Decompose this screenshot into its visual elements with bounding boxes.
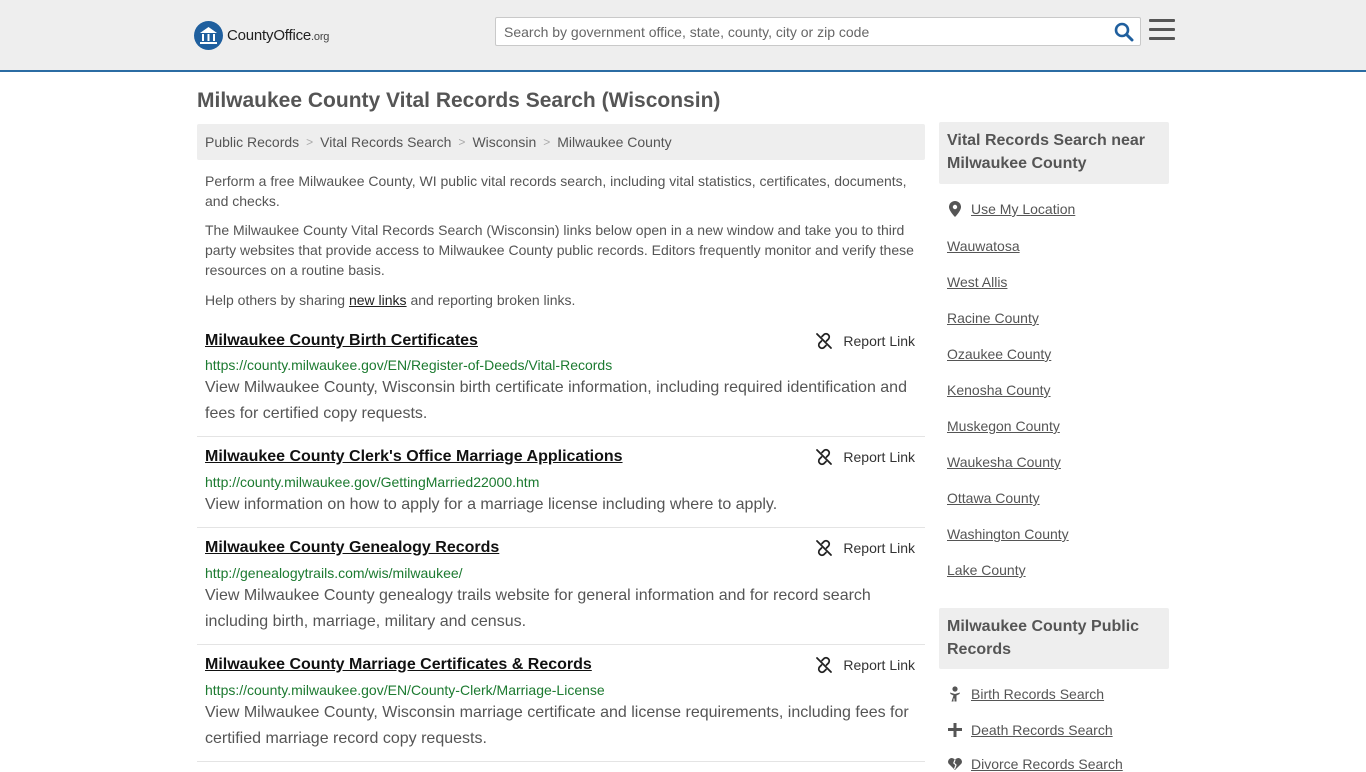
result-title-link[interactable]: Milwaukee County Clerk's Office Marriage… bbox=[205, 448, 623, 466]
map-pin-icon bbox=[947, 201, 963, 217]
nearby-heading: Vital Records Search near Milwaukee Coun… bbox=[939, 122, 1169, 184]
result-title-link[interactable]: Milwaukee County Marriage Certificates &… bbox=[205, 656, 592, 674]
breadcrumb-separator-icon: > bbox=[543, 135, 551, 149]
site-logo[interactable]: CountyOffice.org bbox=[194, 20, 329, 50]
divorce-records-search-link[interactable]: Divorce Records Search bbox=[947, 756, 1123, 772]
result-url: http://genealogytrails.com/wis/milwaukee… bbox=[205, 565, 463, 581]
result-item: Milwaukee County Clerk's Office Marriage… bbox=[197, 437, 925, 528]
logo-emblem-icon bbox=[194, 20, 223, 50]
broken-link-icon bbox=[816, 332, 833, 350]
breadcrumb: Public Records > Vital Records Search > … bbox=[197, 124, 925, 160]
result-item: Milwaukee County Birth Certificates Repo… bbox=[197, 322, 925, 437]
breadcrumb-milwaukee-county[interactable]: Milwaukee County bbox=[557, 134, 671, 150]
result-title-link[interactable]: Milwaukee County Genealogy Records bbox=[205, 539, 499, 557]
breadcrumb-separator-icon: > bbox=[458, 135, 466, 149]
nearby-link-ozaukee-county[interactable]: Ozaukee County bbox=[947, 346, 1051, 362]
baby-icon bbox=[947, 686, 963, 702]
result-description: View Milwaukee County, Wisconsin marriag… bbox=[205, 704, 909, 747]
result-description: View information on how to apply for a m… bbox=[205, 496, 778, 513]
report-link-button[interactable]: Report Link bbox=[815, 332, 915, 350]
nearby-link-lake-county[interactable]: Lake County bbox=[947, 562, 1026, 578]
report-link-button[interactable]: Report Link bbox=[815, 448, 915, 466]
breadcrumb-wisconsin[interactable]: Wisconsin bbox=[472, 134, 536, 150]
breadcrumb-public-records[interactable]: Public Records bbox=[205, 134, 299, 150]
death-records-search-link[interactable]: Death Records Search bbox=[947, 722, 1113, 738]
nearby-link-west-allis[interactable]: West Allis bbox=[947, 274, 1007, 290]
broken-link-icon bbox=[816, 656, 833, 674]
page-title: Milwaukee County Vital Records Search (W… bbox=[197, 89, 721, 112]
nearby-link-wauwatosa[interactable]: Wauwatosa bbox=[947, 238, 1020, 254]
result-url: https://county.milwaukee.gov/EN/Register… bbox=[205, 357, 613, 373]
search-box bbox=[495, 17, 1141, 46]
share-paragraph: Help others by sharing new links and rep… bbox=[205, 292, 576, 308]
broken-link-icon bbox=[816, 539, 833, 557]
use-my-location-link[interactable]: Use My Location bbox=[947, 201, 1075, 217]
nearby-link-kenosha-county[interactable]: Kenosha County bbox=[947, 382, 1051, 398]
breadcrumb-vital-records-search[interactable]: Vital Records Search bbox=[320, 134, 451, 150]
public-records-heading: Milwaukee County Public Records bbox=[939, 608, 1169, 669]
broken-heart-icon bbox=[947, 756, 963, 772]
result-url: http://county.milwaukee.gov/GettingMarri… bbox=[205, 474, 540, 490]
birth-records-search-link[interactable]: Birth Records Search bbox=[947, 686, 1104, 702]
nearby-link-muskegon-county[interactable]: Muskegon County bbox=[947, 418, 1060, 434]
intro-paragraph: Perform a free Milwaukee County, WI publ… bbox=[205, 173, 907, 209]
nearby-link-racine-county[interactable]: Racine County bbox=[947, 310, 1039, 326]
hamburger-menu-icon[interactable] bbox=[1149, 19, 1175, 43]
breadcrumb-separator-icon: > bbox=[306, 135, 314, 149]
disclaimer-paragraph: The Milwaukee County Vital Records Searc… bbox=[205, 222, 914, 278]
nearby-link-washington-county[interactable]: Washington County bbox=[947, 526, 1069, 542]
nearby-link-waukesha-county[interactable]: Waukesha County bbox=[947, 454, 1061, 470]
search-input[interactable] bbox=[496, 18, 1106, 45]
broken-link-icon bbox=[816, 448, 833, 466]
result-description: View Milwaukee County genealogy trails w… bbox=[205, 587, 871, 630]
search-icon[interactable] bbox=[1114, 22, 1134, 42]
result-item: Milwaukee County Marriage Certificates &… bbox=[197, 645, 925, 762]
nearby-link-ottawa-county[interactable]: Ottawa County bbox=[947, 490, 1040, 506]
result-description: View Milwaukee County, Wisconsin birth c… bbox=[205, 379, 907, 422]
site-header: CountyOffice.org bbox=[0, 0, 1366, 72]
result-url: https://county.milwaukee.gov/EN/County-C… bbox=[205, 682, 605, 698]
result-item: Milwaukee County Genealogy Records Repor… bbox=[197, 528, 925, 645]
cross-icon bbox=[947, 722, 963, 738]
result-title-link[interactable]: Milwaukee County Birth Certificates bbox=[205, 332, 478, 350]
report-link-button[interactable]: Report Link bbox=[815, 656, 915, 674]
report-link-button[interactable]: Report Link bbox=[815, 539, 915, 557]
new-links-link[interactable]: new links bbox=[349, 292, 407, 308]
logo-text: CountyOffice.org bbox=[227, 26, 330, 44]
